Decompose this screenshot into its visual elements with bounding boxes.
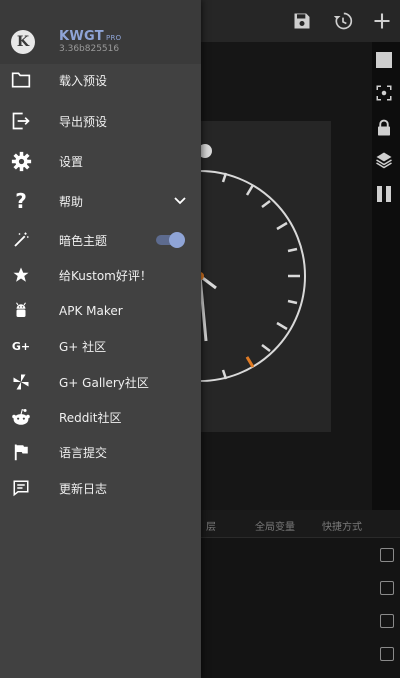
layer-checkbox[interactable] xyxy=(380,614,394,628)
lock-icon[interactable] xyxy=(374,118,394,138)
menu-item-gplus-community[interactable]: G+ G+ 社区 xyxy=(0,329,201,363)
menu-item-label: 帮助 xyxy=(59,194,84,209)
dark-theme-toggle[interactable] xyxy=(156,232,185,248)
menu-item-help[interactable]: ? 帮助 xyxy=(0,184,201,218)
editor-side-rail xyxy=(372,42,400,510)
menu-item-language-submit[interactable]: 语言提交 xyxy=(0,435,201,469)
menu-item-dark-theme[interactable]: 暗色主题 xyxy=(0,223,201,257)
reddit-icon xyxy=(10,406,32,428)
app-edition: PRO xyxy=(105,34,122,42)
menu-item-rate-kustom[interactable]: 给Kustom好评！ xyxy=(0,258,201,292)
chevron-down-icon[interactable] xyxy=(172,193,188,209)
layer-checkbox[interactable] xyxy=(380,581,394,595)
menu-item-apk-maker[interactable]: APK Maker xyxy=(0,294,201,328)
folder-icon xyxy=(10,69,32,91)
menu-item-label: 给Kustom好评！ xyxy=(59,268,152,283)
magic-wand-icon xyxy=(10,229,32,251)
menu-item-label: 语言提交 xyxy=(59,445,108,460)
square-icon[interactable] xyxy=(374,50,394,70)
navigation-drawer: K KWGT PRO 3.36b825516 载入预设 导出预设 设置 ? 帮助… xyxy=(0,0,201,678)
menu-item-label: 导出预设 xyxy=(59,114,108,129)
gear-icon xyxy=(10,150,32,172)
layers-icon[interactable] xyxy=(374,150,394,170)
menu-item-export-preset[interactable]: 导出预设 xyxy=(0,104,201,138)
menu-item-label: 设置 xyxy=(59,154,84,169)
toggle-thumb xyxy=(169,232,185,248)
layer-checkbox[interactable] xyxy=(380,548,394,562)
menu-item-reddit[interactable]: Reddit社区 xyxy=(0,400,201,434)
pause-icon[interactable] xyxy=(374,184,394,204)
app-title: KWGT PRO xyxy=(59,29,121,44)
app-name: KWGT xyxy=(59,29,104,44)
help-icon: ? xyxy=(15,189,27,213)
changelog-icon xyxy=(10,477,32,499)
pinwheel-icon xyxy=(10,371,32,393)
flag-icon xyxy=(10,441,32,463)
export-icon xyxy=(10,110,32,132)
menu-item-load-preset[interactable]: 载入预设 xyxy=(0,63,201,97)
menu-item-settings[interactable]: 设置 xyxy=(0,144,201,178)
tab-layers[interactable]: 层 xyxy=(206,518,216,533)
menu-item-label: APK Maker xyxy=(59,304,123,318)
menu-item-label: Reddit社区 xyxy=(59,410,122,425)
drawer-header: K KWGT PRO 3.36b825516 xyxy=(0,0,201,64)
app-version: 3.36b825516 xyxy=(59,44,120,54)
menu-item-label: 载入预设 xyxy=(59,73,108,88)
android-icon xyxy=(10,300,32,322)
focus-icon[interactable] xyxy=(374,83,394,103)
save-icon[interactable] xyxy=(290,9,314,33)
kwgt-logo-icon: K xyxy=(11,30,35,54)
menu-item-changelog[interactable]: 更新日志 xyxy=(0,471,201,505)
star-icon xyxy=(10,264,32,286)
tab-shortcuts[interactable]: 快捷方式 xyxy=(322,518,362,533)
google-plus-icon: G+ xyxy=(11,339,31,353)
layer-checkbox[interactable] xyxy=(380,647,394,661)
menu-item-gplus-gallery[interactable]: G+ Gallery社区 xyxy=(0,365,201,399)
history-icon[interactable] xyxy=(331,9,355,33)
add-icon[interactable] xyxy=(370,9,394,33)
tab-globals[interactable]: 全局变量 xyxy=(255,518,295,533)
menu-item-label: G+ 社区 xyxy=(59,339,107,354)
menu-item-label: 更新日志 xyxy=(59,481,108,496)
menu-item-label: 暗色主题 xyxy=(59,233,108,248)
menu-item-label: G+ Gallery社区 xyxy=(59,375,149,390)
